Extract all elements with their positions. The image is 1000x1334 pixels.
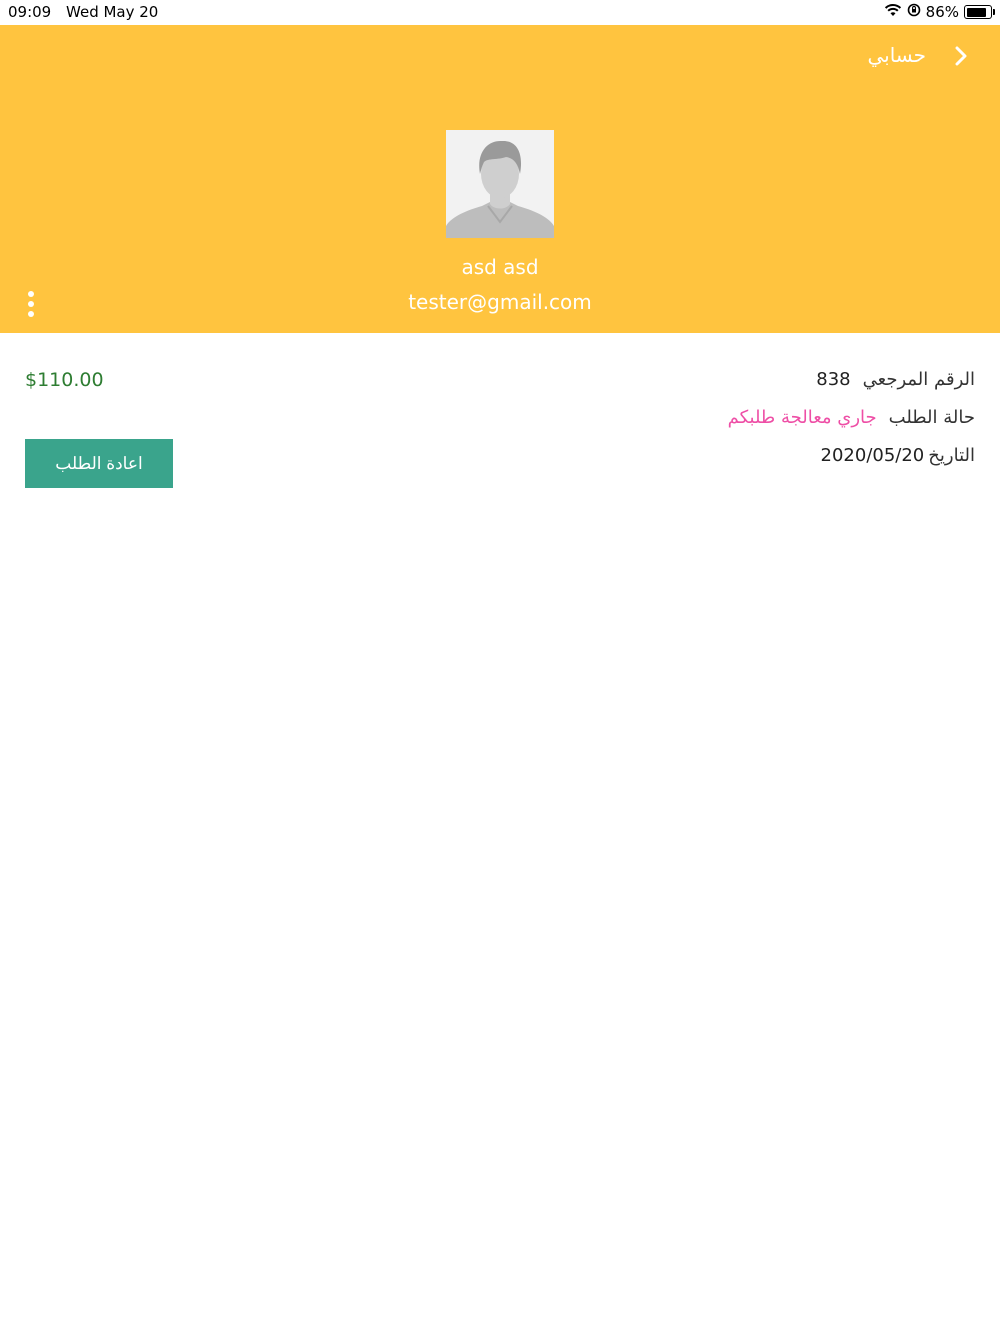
more-vertical-icon bbox=[28, 291, 34, 297]
ref-row: الرقم المرجعي 838 bbox=[816, 369, 975, 390]
profile-header: حسابي asd asd tester@gmail.com bbox=[0, 25, 1000, 333]
order-price: $110.00 bbox=[25, 369, 104, 391]
status-left: 09:09 Wed May 20 bbox=[8, 3, 168, 21]
date-value: 2020/05/20 bbox=[820, 445, 925, 466]
status-right: 86% bbox=[884, 3, 995, 21]
status-badge: جاري معالجة طلبكم bbox=[727, 407, 877, 428]
avatar bbox=[446, 130, 554, 238]
battery-fill bbox=[966, 7, 987, 17]
reorder-button[interactable]: اعادة الطلب bbox=[25, 439, 173, 488]
status-row: حالة الطلب جاري معالجة طلبكم bbox=[728, 407, 975, 428]
user-name: asd asd bbox=[461, 255, 539, 279]
page-title: حسابي bbox=[867, 43, 926, 67]
back-button[interactable] bbox=[950, 45, 972, 67]
battery-cap bbox=[993, 9, 995, 15]
user-email: tester@gmail.com bbox=[408, 290, 592, 314]
chevron-right-icon bbox=[955, 46, 967, 66]
more-vertical-icon-dot bbox=[28, 311, 34, 317]
status-time: 09:09 bbox=[8, 3, 52, 21]
user-silhouette-icon bbox=[446, 130, 554, 238]
more-vertical-icon-dot bbox=[28, 301, 34, 307]
wifi-icon bbox=[884, 3, 902, 21]
battery-icon bbox=[964, 5, 995, 19]
status-bar: 09:09 Wed May 20 86% bbox=[0, 0, 1000, 25]
date-row: التاريخ 2020/05/20 bbox=[821, 445, 975, 466]
battery-percent: 86% bbox=[925, 3, 959, 21]
status-date: Wed May 20 bbox=[66, 3, 159, 21]
order-card[interactable]: الرقم المرجعي 838 حالة الطلب جاري معالجة… bbox=[0, 333, 1000, 513]
ref-value: 838 bbox=[816, 369, 851, 390]
orientation-lock-icon bbox=[907, 3, 921, 21]
date-label: التاريخ bbox=[928, 445, 975, 466]
status-label: حالة الطلب bbox=[888, 407, 975, 428]
more-options-button[interactable] bbox=[18, 287, 44, 321]
ref-label: الرقم المرجعي bbox=[862, 369, 975, 390]
